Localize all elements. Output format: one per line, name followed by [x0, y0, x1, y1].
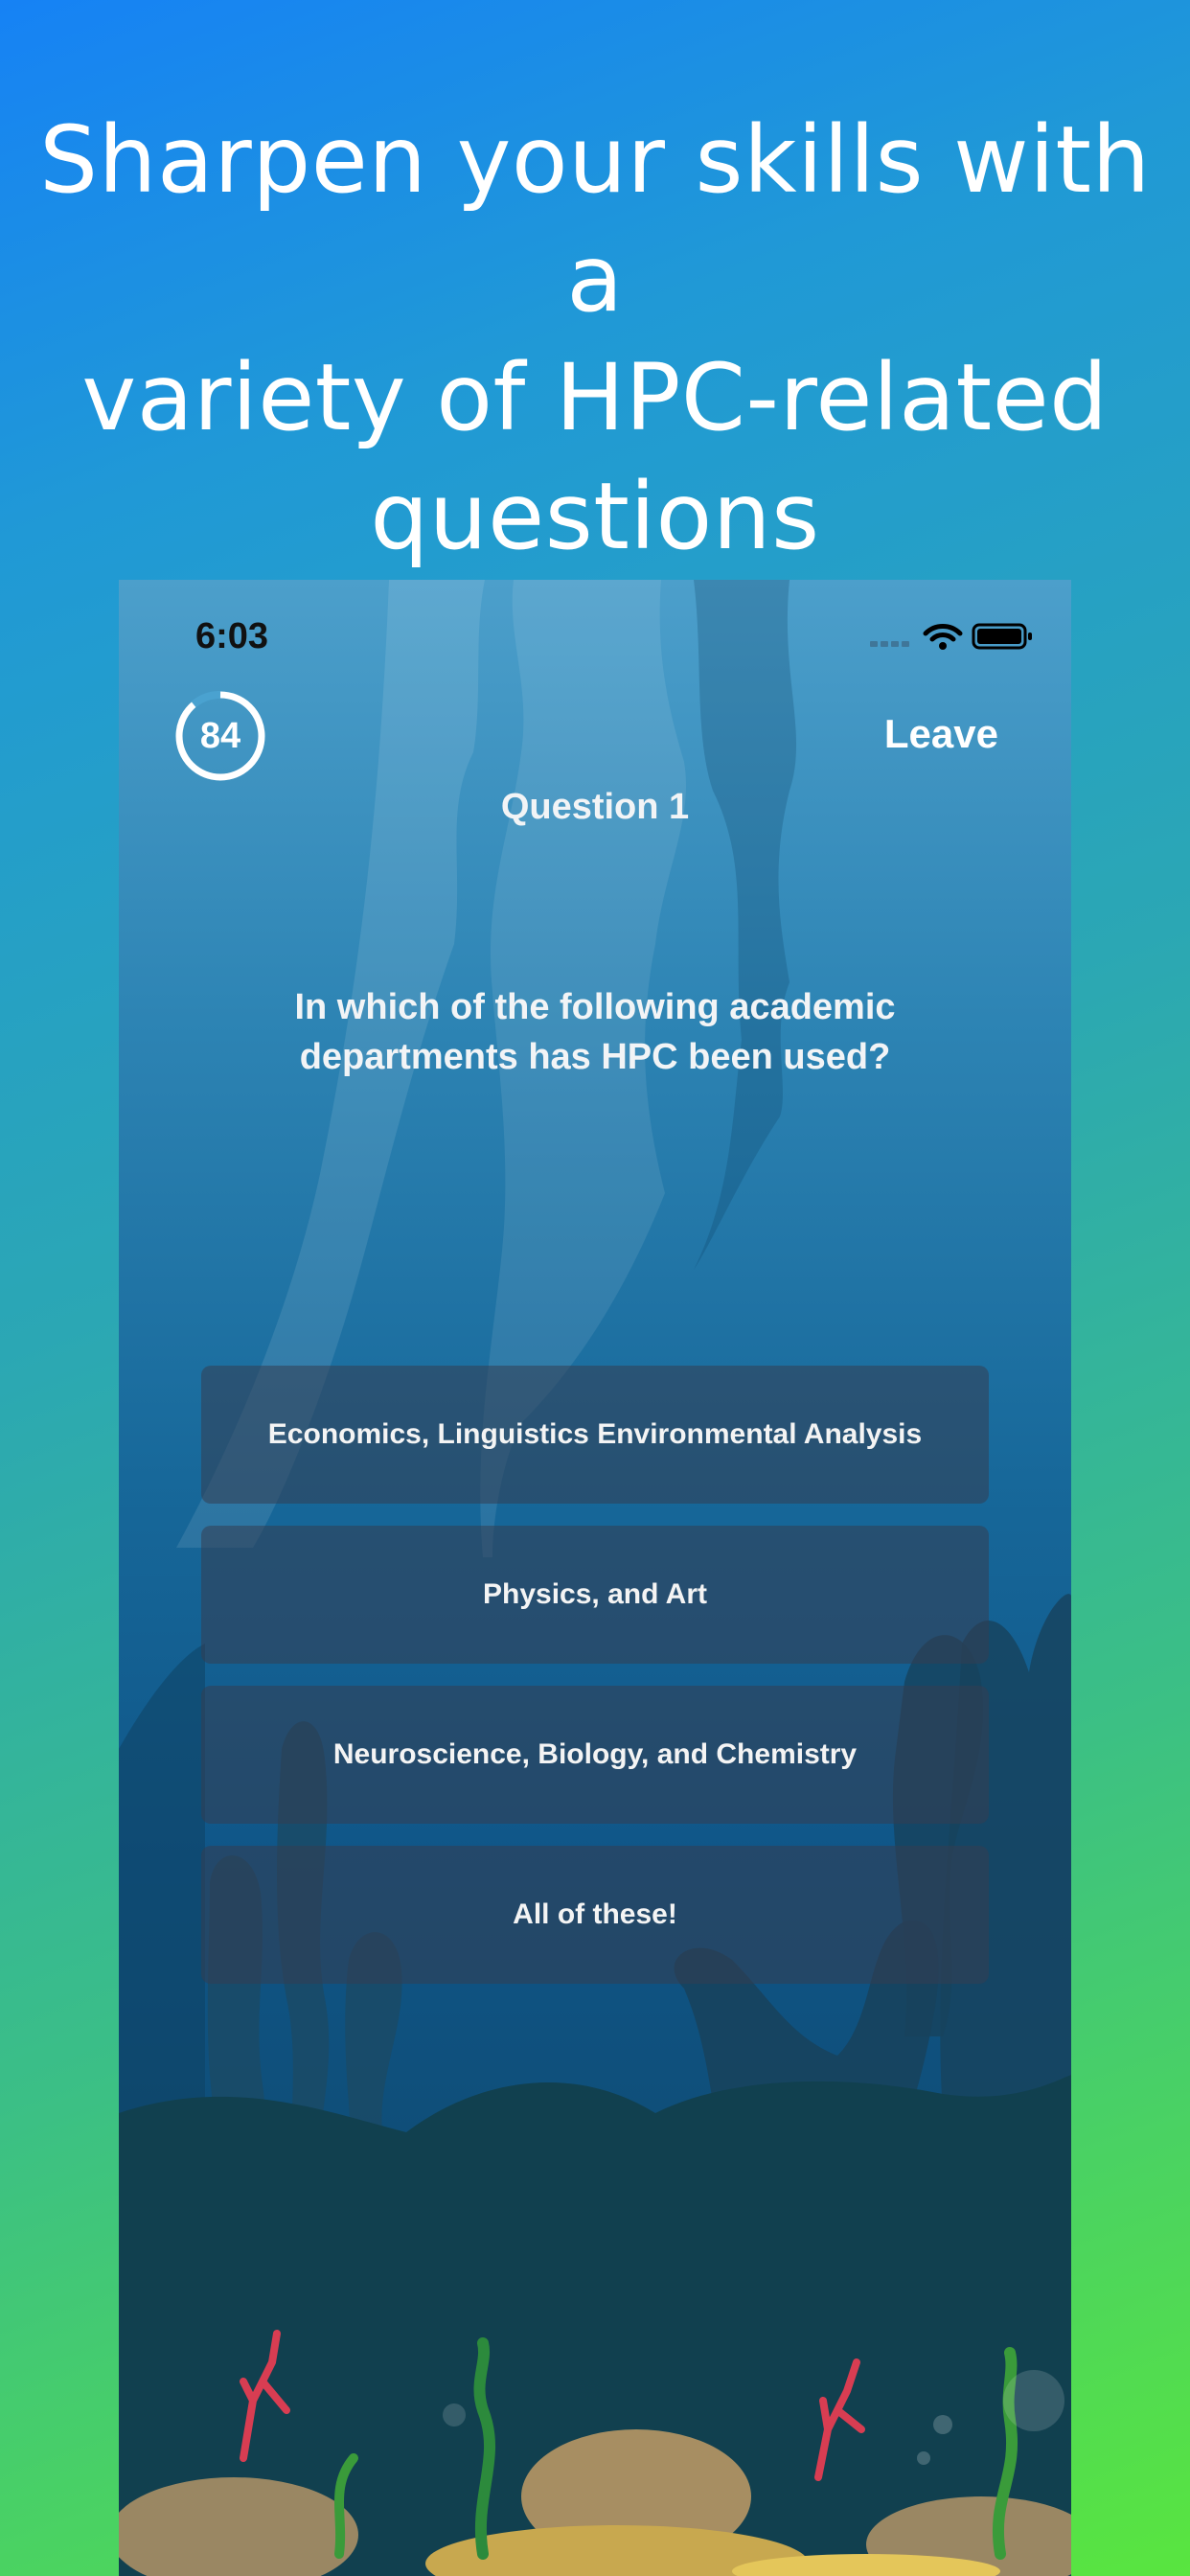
- status-icons: [870, 623, 1032, 650]
- headline-line-3: questions: [370, 463, 820, 570]
- question-number: Question 1: [500, 787, 690, 827]
- promo-headline: Sharpen your skills with a variety of HP…: [0, 101, 1190, 576]
- timer-value: 84: [199, 716, 241, 756]
- headline-line-2: variety of HPC-related: [81, 344, 1109, 451]
- answer-option-4[interactable]: All of these!: [201, 1846, 989, 1984]
- phone-screenshot: 6:03 84 Leave Question 1 In which of the…: [119, 580, 1071, 2576]
- status-time: 6:03: [195, 616, 269, 656]
- answer-option-3[interactable]: Neuroscience, Biology, and Chemistry: [201, 1686, 989, 1824]
- leave-button[interactable]: Leave: [884, 711, 998, 757]
- question-text-line-2: departments has HPC been used?: [299, 1037, 891, 1077]
- wifi-icon: [923, 624, 963, 650]
- answer-option-2[interactable]: Physics, and Art: [201, 1526, 989, 1664]
- headline-line-1: Sharpen your skills with a: [39, 106, 1151, 333]
- question-text-line-1: In which of the following academic: [294, 987, 896, 1027]
- signal-icon: [870, 641, 909, 647]
- question-text: In which of the following academic depar…: [234, 982, 956, 1082]
- answer-option-1[interactable]: Economics, Linguistics Environmental Ana…: [201, 1366, 989, 1504]
- battery-icon: [972, 623, 1032, 650]
